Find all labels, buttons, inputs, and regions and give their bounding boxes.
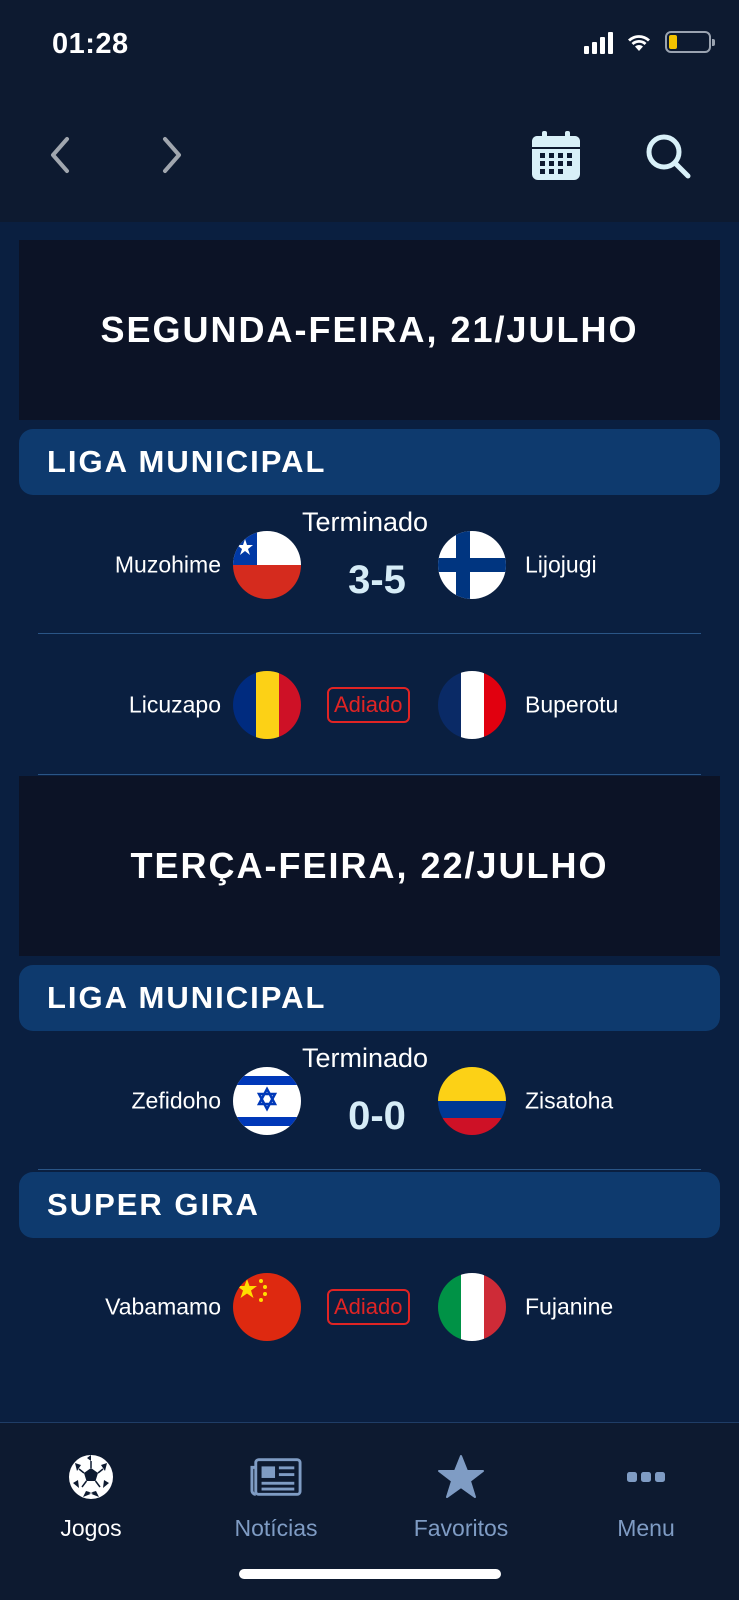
- home-indicator[interactable]: [239, 1569, 501, 1579]
- league-bar[interactable]: LIGA MUNICIPAL: [19, 429, 720, 495]
- score-box: Terminado 3-5: [302, 500, 434, 630]
- top-bar: 01:28: [0, 0, 739, 222]
- tab-label: Notícias: [234, 1515, 318, 1541]
- colombia-flag-icon: [438, 1067, 506, 1135]
- divider: [38, 774, 701, 775]
- next-day-button[interactable]: [146, 130, 196, 180]
- league-bar[interactable]: SUPER GIRA: [19, 1172, 720, 1238]
- tab-label: Favoritos: [413, 1515, 509, 1541]
- search-button[interactable]: [640, 128, 696, 184]
- tab-jogos[interactable]: Jogos: [1, 1451, 181, 1542]
- away-team-name: Zisatoha: [525, 1087, 614, 1114]
- tab-menu[interactable]: Menu: [556, 1451, 736, 1542]
- away-team-name: Fujanine: [525, 1293, 614, 1320]
- chile-flag-icon: [233, 531, 301, 599]
- divider: [38, 1169, 701, 1170]
- chevron-right-icon: [163, 137, 181, 173]
- china-flag-icon: [233, 1273, 301, 1341]
- tab-label: Menu: [617, 1515, 675, 1541]
- france-flag-icon: [438, 671, 506, 739]
- israel-flag-icon: [233, 1067, 301, 1135]
- match-score: 0-0: [348, 1094, 406, 1138]
- soccer-ball-icon: [65, 1451, 117, 1503]
- match-row[interactable]: Licuzapo Adiado Buperotu: [0, 640, 739, 770]
- match-row[interactable]: Muzohime Terminado 3-5 Lijojugi: [0, 500, 739, 630]
- more-dots-icon: [620, 1451, 672, 1503]
- status-icons: [584, 30, 715, 54]
- day-header: SEGUNDA-FEIRA, 21/JULHO: [19, 240, 720, 420]
- away-team-name: Buperotu: [525, 691, 619, 718]
- postponed-badge: Adiado: [327, 687, 410, 723]
- divider: [38, 633, 701, 634]
- match-score: 3-5: [348, 558, 406, 602]
- league-bar[interactable]: LIGA MUNICIPAL: [19, 965, 720, 1031]
- calendar-icon: [532, 131, 580, 180]
- tab-favoritos[interactable]: Favoritos: [371, 1451, 551, 1542]
- match-status: Terminado: [302, 1043, 429, 1073]
- finland-flag-icon: [438, 531, 506, 599]
- romania-flag-icon: [233, 671, 301, 739]
- home-team-name: Vabamamo: [105, 1293, 221, 1320]
- home-team-name: Zefidoho: [131, 1087, 221, 1114]
- day-header: TERÇA-FEIRA, 22/JULHO: [19, 776, 720, 956]
- match-row[interactable]: Zefidoho Terminado 0-0 Zisatoha: [0, 1036, 739, 1166]
- battery-icon: [665, 31, 715, 53]
- wifi-icon: [628, 35, 650, 51]
- away-team-name: Lijojugi: [525, 551, 597, 578]
- cellular-signal-icon: [584, 30, 613, 54]
- search-icon: [646, 134, 691, 179]
- tab-label: Jogos: [60, 1515, 122, 1541]
- home-team-name: Licuzapo: [128, 691, 221, 718]
- home-team-name: Muzohime: [114, 551, 221, 578]
- chevron-left-icon: [51, 137, 69, 173]
- star-icon: [435, 1451, 487, 1503]
- status-time: 01:28: [52, 28, 129, 60]
- match-status: Terminado: [302, 507, 429, 537]
- italy-flag-icon: [438, 1273, 506, 1341]
- matches-list[interactable]: SEGUNDA-FEIRA, 21/JULHO LIGA MUNICIPAL M…: [0, 222, 739, 1422]
- newspaper-icon: [250, 1451, 302, 1503]
- score-box: Terminado 0-0: [302, 1036, 434, 1166]
- tab-noticias[interactable]: Notícias: [186, 1451, 366, 1542]
- calendar-button[interactable]: [528, 128, 584, 184]
- previous-day-button[interactable]: [36, 130, 86, 180]
- postponed-badge: Adiado: [327, 1289, 410, 1325]
- match-row[interactable]: Vabamamo Adiado Fujanine: [0, 1242, 739, 1372]
